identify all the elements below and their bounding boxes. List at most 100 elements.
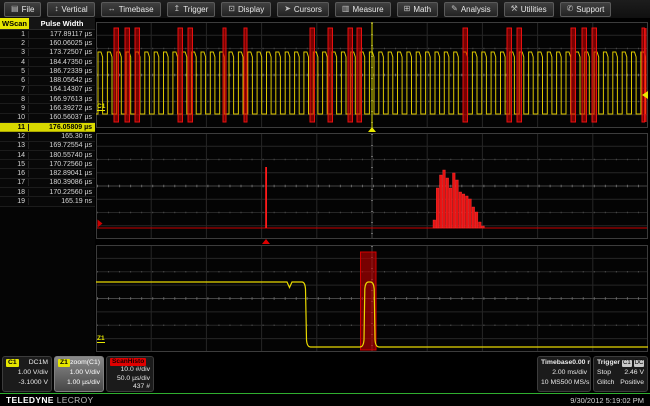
row-index: 2 [0, 40, 29, 47]
z1-trace-label[interactable]: Z1 [97, 335, 105, 343]
menu-label: Utilities [521, 5, 547, 14]
timebase-descriptor-box[interactable]: Timebase 0.00 ms 2.00 ms/div 10 MS 500 M… [537, 356, 591, 392]
pulse-width-value: 166.39272 µs [29, 105, 95, 112]
utilities-icon: ⚒ [511, 5, 518, 13]
glitch-highlight-bar [571, 28, 576, 122]
menu-button-timebase[interactable]: ↔Timebase [101, 2, 161, 17]
pulse-width-value: 184.47350 µs [29, 59, 95, 66]
z1-zoom-panel[interactable] [96, 245, 648, 352]
menu-label: Vertical [61, 5, 87, 14]
trigger-level-marker[interactable] [642, 91, 648, 99]
menu-bar: ▤File ↕Vertical ↔Timebase ↥Trigger ⊡Display ➤… [0, 0, 650, 18]
menu-label: Timebase [119, 5, 154, 14]
glitch-highlight-bar [517, 28, 522, 122]
menu-label: Trigger [183, 5, 208, 14]
scanhisto-badge: ScanHisto [110, 358, 146, 366]
c1-coupling: DC1M [29, 358, 48, 368]
wavescan-row-6[interactable]: 6188.05642 µs [0, 76, 95, 85]
pulse-width-value: 180.55740 µs [29, 152, 95, 159]
wavescan-row-17[interactable]: 17180.39086 µs [0, 179, 95, 188]
wavescan-sidebar: WScan Pulse Width 1177.89117 µs2160.0602… [0, 18, 95, 393]
histogram-bar [469, 199, 472, 228]
menu-button-analysis[interactable]: ✎Analysis [444, 2, 498, 17]
timebase-icon: ↔ [108, 5, 116, 13]
wavescan-row-3[interactable]: 3173.72507 µs [0, 49, 95, 58]
clock: 9/30/2012 5:19:02 PM [570, 396, 644, 405]
wavescan-row-19[interactable]: 19165.19 ns [0, 197, 95, 206]
timebase-rate: 500 MS/s [561, 378, 590, 388]
wavescan-row-8[interactable]: 8166.97613 µs [0, 95, 95, 104]
scanhisto-descriptor-box[interactable]: ScanHisto 10.0 #/div 50.0 µs/div 437 # [106, 356, 154, 392]
menu-button-support[interactable]: ✆Support [560, 2, 612, 17]
row-index: 19 [0, 198, 29, 205]
c1-descriptor-box[interactable]: C1 DC1M 1.00 V/div -3.1000 V [2, 356, 52, 392]
wavescan-row-14[interactable]: 14180.55740 µs [0, 151, 95, 160]
histogram-bar [440, 175, 443, 228]
wavescan-row-1[interactable]: 1177.89117 µs [0, 30, 95, 39]
menu-button-vertical[interactable]: ↕Vertical [47, 2, 94, 17]
c1-channel-badge: C1 [6, 359, 19, 367]
menu-button-display[interactable]: ⊡Display [221, 2, 271, 17]
scanhisto-baseline-marker[interactable] [98, 220, 103, 228]
histogram-bar [462, 194, 465, 228]
c1-trace-label[interactable]: C1 [97, 103, 105, 111]
wavescan-row-2[interactable]: 2160.06025 µs [0, 39, 95, 48]
histogram-bar [479, 222, 482, 228]
row-index: 1 [0, 31, 29, 38]
menu-label: Display [238, 5, 264, 14]
timebase-offset: 0.00 ms [572, 358, 591, 368]
pulse-width-value: 188.05642 µs [29, 77, 95, 84]
histogram-outlier-spike [265, 167, 267, 228]
histogram-parameter-marker[interactable] [262, 239, 270, 244]
wavescan-row-18[interactable]: 18170.22560 µs [0, 188, 95, 197]
histogram-bar [466, 196, 469, 228]
wavescan-row-16[interactable]: 16182.89041 µs [0, 169, 95, 178]
histogram-bar [433, 220, 436, 228]
glitch-highlight-bar [507, 28, 512, 122]
wavescan-row-12[interactable]: 12165.30 ns [0, 132, 95, 141]
wavescan-row-10[interactable]: 10160.56037 µs [0, 114, 95, 123]
trigger-descriptor-box[interactable]: Trigger C1 DC Stop 2.46 V Glitch Positiv… [593, 356, 648, 392]
trigger-slope: Positive [620, 378, 644, 388]
c1-waveform-panel[interactable] [96, 22, 648, 128]
row-index: 17 [0, 179, 29, 186]
menu-button-measure[interactable]: ▥Measure [335, 2, 391, 17]
glitch-highlight-bar [135, 28, 140, 122]
trigger-icon: ↥ [174, 5, 181, 13]
pulse-width-column-header: Pulse Width [29, 18, 95, 29]
glitch-highlight-bar [244, 28, 247, 122]
trigger-position-marker[interactable] [368, 127, 376, 132]
pulse-width-value: 165.30 ns [29, 133, 95, 140]
row-index: 15 [0, 161, 29, 168]
glitch-highlight-bar [582, 28, 587, 122]
wavescan-row-15[interactable]: 15170.72560 µs [0, 160, 95, 169]
support-icon: ✆ [567, 5, 574, 13]
wavescan-table-header: WScan Pulse Width [0, 18, 95, 30]
pulse-width-value: 186.72339 µs [29, 68, 95, 75]
scanhisto-panel[interactable] [96, 133, 648, 239]
timebase-title: Timebase [541, 358, 572, 368]
menu-button-math[interactable]: ⊞Math [397, 2, 439, 17]
wavescan-row-13[interactable]: 13169.72554 µs [0, 142, 95, 151]
histogram-bar [482, 226, 485, 228]
wavescan-header-badge[interactable]: WScan [0, 18, 29, 29]
measure-icon: ▥ [342, 5, 350, 13]
pulse-width-value: 166.97613 µs [29, 96, 95, 103]
file-icon: ▤ [11, 5, 19, 13]
menu-button-file[interactable]: ▤File [4, 2, 41, 17]
wavescan-row-9[interactable]: 9166.39272 µs [0, 104, 95, 113]
glitch-highlight-bar-edge [645, 28, 647, 122]
wavescan-row-4[interactable]: 4184.47350 µs [0, 58, 95, 67]
menu-label: File [22, 5, 35, 14]
pulse-width-value: 180.39086 µs [29, 179, 95, 186]
wavescan-row-7[interactable]: 7164.14307 µs [0, 86, 95, 95]
wavescan-row-11[interactable]: 11176.05809 µs [0, 123, 95, 132]
vertical-icon: ↕ [54, 5, 58, 13]
menu-button-trigger[interactable]: ↥Trigger [167, 2, 216, 17]
z1-descriptor-box[interactable]: Z1 zoom(C1) 1.00 V/div 1.00 µs/div [54, 356, 104, 392]
wavescan-row-5[interactable]: 5186.72339 µs [0, 67, 95, 76]
row-index: 12 [0, 133, 29, 140]
timebase-samples: 10 MS [541, 378, 561, 388]
menu-button-cursors[interactable]: ➤Cursors [277, 2, 329, 17]
menu-button-utilities[interactable]: ⚒Utilities [504, 2, 554, 17]
